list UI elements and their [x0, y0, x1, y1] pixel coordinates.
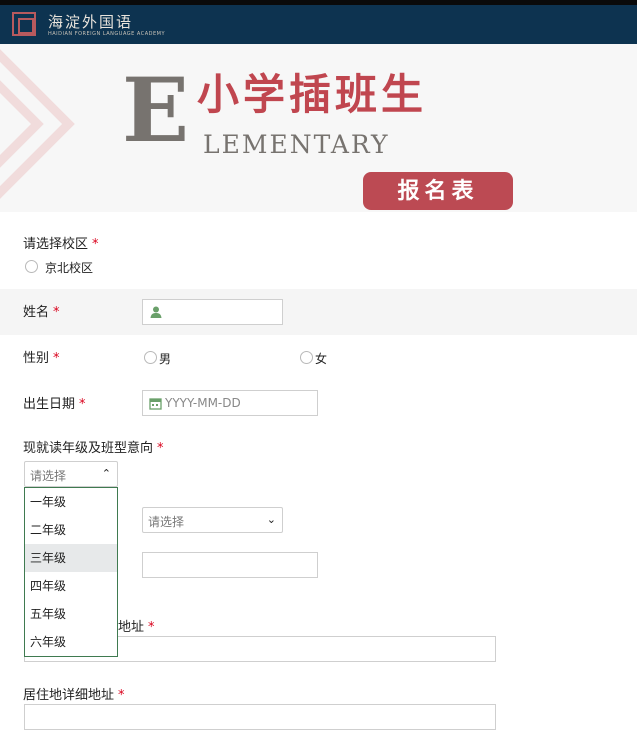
hidden-field-input[interactable] [142, 552, 318, 578]
class-type-select[interactable]: 请选择 ⌄ [142, 507, 283, 533]
residence-address-row: 居住地详细地址 * [0, 671, 637, 740]
birthdate-field-row: 出生日期 * YYYY-MM-DD [0, 381, 637, 431]
school-name: 海淀外国语 [48, 13, 134, 31]
campus-field-row: 请选择校区 * 京北校区 [0, 212, 637, 289]
gender-field-row: 性别 * 男 女 [0, 335, 637, 381]
grade-field-row: 现就读年级及班型意向 * 请选择 ⌃ [0, 431, 637, 491]
grade-option-3[interactable]: 三年级 [25, 544, 117, 572]
birthdate-placeholder: YYYY-MM-DD [165, 396, 241, 410]
grade-label: 现就读年级及班型意向 * [23, 441, 164, 456]
grade-option-2[interactable]: 二年级 [25, 516, 117, 544]
campus-radio-jingbei[interactable] [25, 260, 38, 273]
campus-label: 请选择校区 * [23, 237, 99, 252]
user-icon [150, 306, 162, 318]
grade-dropdown-list: 一年级 二年级 三年级 四年级 五年级 六年级 [24, 487, 118, 657]
residence-address-input[interactable] [24, 704, 496, 730]
household-address-label: 地址 * [118, 620, 155, 635]
residence-address-label: 居住地详细地址 * [23, 688, 125, 703]
chevron-down-icon: ⌄ [266, 513, 276, 526]
signup-form-badge: 报名表 [363, 172, 513, 210]
campus-option-label[interactable]: 京北校区 [45, 259, 93, 276]
class-type-select-value: 请选择 [148, 515, 185, 529]
grade-select[interactable]: 请选择 ⌃ [24, 461, 118, 487]
name-label: 姓名 * [23, 305, 60, 320]
gender-option-male[interactable]: 男 [159, 350, 171, 367]
gender-option-female[interactable]: 女 [315, 350, 327, 367]
grade-select-value: 请选择 [30, 469, 67, 483]
top-header-bar: 海淀外国语 HAIDIAN FOREIGN LANGUAGE ACADEMY [0, 0, 637, 44]
banner-subtitle: LEMENTARY [203, 130, 390, 159]
birthdate-input[interactable]: YYYY-MM-DD [142, 390, 318, 416]
grade-option-5[interactable]: 五年级 [25, 600, 117, 628]
page-banner: E 小学插班生 LEMENTARY 报名表 [0, 44, 637, 212]
gender-label: 性别 * [23, 351, 60, 366]
gender-radio-female[interactable] [300, 351, 313, 364]
grade-option-4[interactable]: 四年级 [25, 572, 117, 600]
birthdate-label: 出生日期 * [23, 397, 86, 412]
grade-option-6[interactable]: 六年级 [25, 628, 117, 656]
gender-radio-male[interactable] [144, 351, 157, 364]
grade-option-1[interactable]: 一年级 [25, 488, 117, 516]
name-field-row: 姓名 * [0, 289, 637, 335]
calendar-icon [149, 398, 162, 410]
name-input[interactable] [142, 299, 283, 325]
banner-big-letter: E [122, 58, 190, 162]
school-logo-icon [12, 12, 36, 36]
banner-title: 小学插班生 [197, 70, 428, 119]
chevron-up-icon: ⌃ [101, 467, 111, 480]
school-name-english: HAIDIAN FOREIGN LANGUAGE ACADEMY [48, 31, 166, 37]
